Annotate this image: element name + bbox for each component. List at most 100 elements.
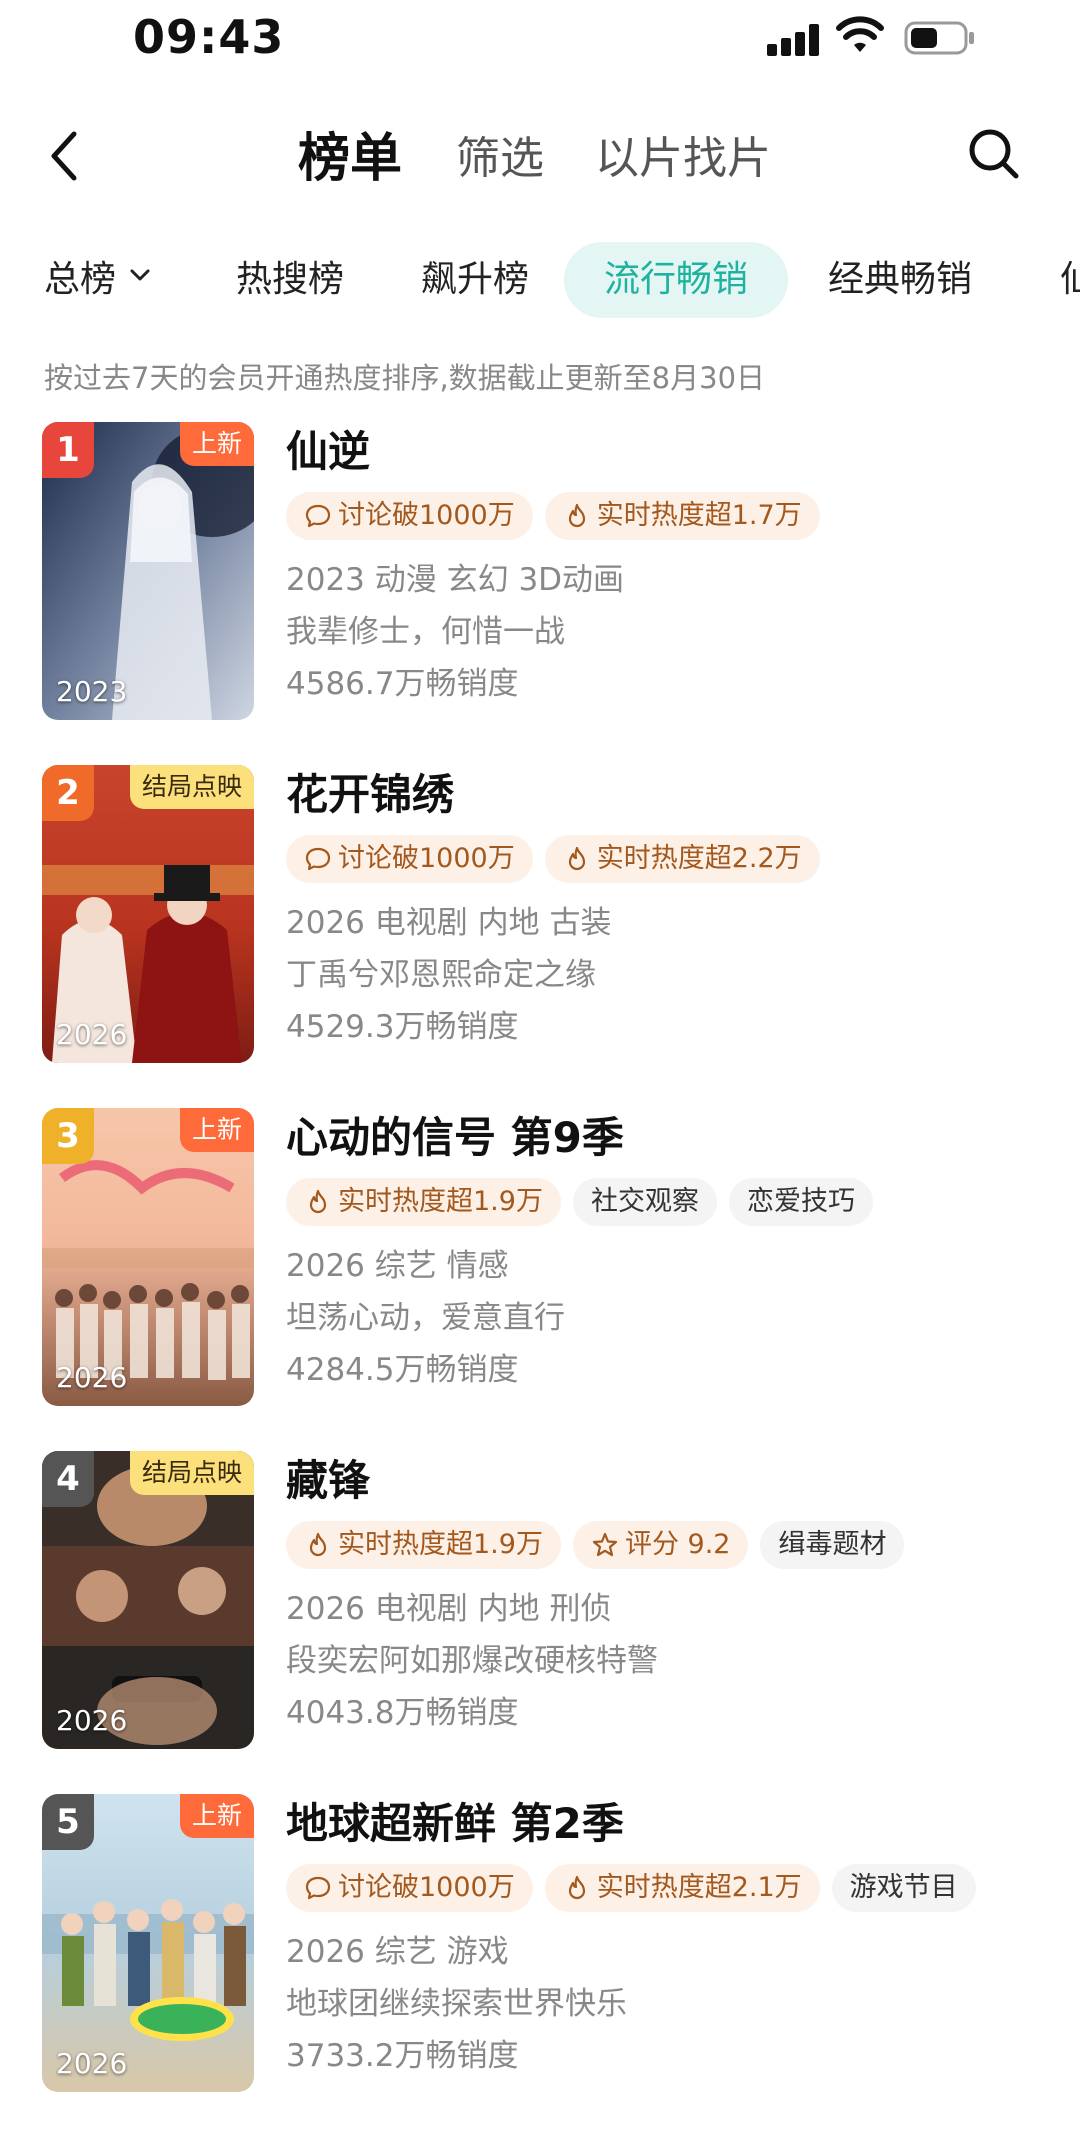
star-icon xyxy=(592,1532,618,1557)
category-tabs: 总榜 热搜榜 飙升榜 流行畅销 经典畅销 仙 xyxy=(0,242,1080,322)
item-title[interactable]: 心动的信号 第9季 xyxy=(286,1108,1066,1168)
flame-icon xyxy=(568,846,585,871)
flame-icon xyxy=(568,503,585,528)
tag-text: 讨论破1000万 xyxy=(338,1872,515,1903)
tag: 游戏节目 xyxy=(831,1864,976,1912)
status-badge: 结局点映 xyxy=(129,765,254,809)
item-info: 仙逆 讨论破1000万 实时热度超1.7万 2023 动漫 玄幻 3D动画 我辈… xyxy=(286,422,1066,710)
header: 榜单 筛选 以片找片 xyxy=(0,100,1080,210)
tag: 实时热度超2.2万 xyxy=(544,835,820,883)
tag: 恋爱技巧 xyxy=(728,1178,873,1226)
item-meta: 2026 综艺 情感 xyxy=(286,1248,509,1284)
list-item[interactable]: 4 结局点映 2026 藏锋 实时热度超1.9万 评分 9.2 缉毒题材 202… xyxy=(0,1451,1080,1751)
item-title[interactable]: 藏锋 xyxy=(286,1451,1066,1511)
tag-text: 实时热度超2.1万 xyxy=(596,1872,802,1903)
tag-text: 评分 9.2 xyxy=(624,1529,731,1560)
tag: 实时热度超1.9万 xyxy=(286,1521,561,1569)
tag-text: 实时热度超1.9万 xyxy=(338,1186,543,1217)
item-info: 心动的信号 第9季 实时热度超1.9万 社交观察 恋爱技巧 2026 综艺 情感… xyxy=(286,1108,1066,1396)
chat-bubble-icon xyxy=(305,847,331,871)
item-info: 藏锋 实时热度超1.9万 评分 9.2 缉毒题材 2026 电视剧 内地 刑侦 … xyxy=(286,1451,1066,1739)
tag: 实时热度超1.9万 xyxy=(286,1178,561,1226)
item-title[interactable]: 花开锦绣 xyxy=(286,765,1066,825)
tag: 讨论破1000万 xyxy=(286,1864,533,1912)
item-meta: 2026 综艺 游戏 xyxy=(286,1934,509,1970)
tag-row: 讨论破1000万 实时热度超2.1万 游戏节目 xyxy=(286,1864,1066,1914)
poster[interactable]: 2 结局点映 2026 xyxy=(42,765,254,1063)
tag: 实时热度超1.7万 xyxy=(544,492,820,540)
battery-icon xyxy=(904,21,974,55)
item-sales: 4284.5万畅销度 xyxy=(286,1352,519,1388)
category-tab-label: 总榜 xyxy=(44,259,117,300)
rank-number: 5 xyxy=(42,1794,94,1850)
tag-text: 实时热度超1.9万 xyxy=(338,1529,543,1560)
category-tab-rising[interactable]: 飙升榜 xyxy=(421,242,529,318)
status-badge: 上新 xyxy=(179,422,254,466)
item-meta: 2026 电视剧 内地 刑侦 xyxy=(286,1591,612,1627)
tab-filter[interactable]: 筛选 xyxy=(456,122,544,186)
category-tab-classic-bestseller[interactable]: 经典畅销 xyxy=(828,242,972,318)
tag-text: 恋爱技巧 xyxy=(746,1186,855,1217)
status-badge: 上新 xyxy=(179,1794,254,1838)
list-item[interactable]: 5 上新 2026 地球超新鲜 第2季 讨论破1000万 实时热度超2.1万 游… xyxy=(0,1794,1080,2094)
category-tab-hot-search[interactable]: 热搜榜 xyxy=(236,242,344,318)
tag: 评分 9.2 xyxy=(572,1521,749,1569)
tag: 讨论破1000万 xyxy=(286,835,533,883)
tag-text: 社交观察 xyxy=(590,1186,699,1217)
category-tab-clipped[interactable]: 仙 xyxy=(1060,242,1080,318)
search-icon[interactable] xyxy=(966,126,1022,182)
status-time: 09:43 xyxy=(133,10,285,64)
tag-row: 讨论破1000万 实时热度超1.7万 xyxy=(286,492,1066,542)
tag: 社交观察 xyxy=(572,1178,717,1226)
status-bar: 09:43 xyxy=(0,0,1080,80)
tag-text: 游戏节目 xyxy=(849,1872,958,1903)
item-sales: 3733.2万畅销度 xyxy=(286,2038,519,2074)
status-badge: 结局点映 xyxy=(129,1451,254,1495)
tag: 缉毒题材 xyxy=(760,1521,905,1569)
item-description: 地球团继续探索世界快乐 xyxy=(286,1986,627,2022)
rank-number: 3 xyxy=(42,1108,94,1164)
item-title[interactable]: 地球超新鲜 第2季 xyxy=(286,1794,1066,1854)
poster-year: 2026 xyxy=(56,1704,128,1737)
item-meta: 2023 动漫 玄幻 3D动画 xyxy=(286,562,625,598)
item-description: 丁禹兮邓恩熙命定之缘 xyxy=(286,957,596,993)
rank-number: 1 xyxy=(42,422,94,478)
cellular-signal-icon xyxy=(767,22,821,56)
tag-text: 实时热度超1.7万 xyxy=(596,500,802,531)
tag-row: 实时热度超1.9万 评分 9.2 缉毒题材 xyxy=(286,1521,1066,1571)
wifi-icon xyxy=(836,16,884,52)
tag: 实时热度超2.1万 xyxy=(544,1864,820,1912)
flame-icon xyxy=(309,1532,327,1557)
flame-icon xyxy=(309,1189,327,1214)
item-info: 地球超新鲜 第2季 讨论破1000万 实时热度超2.1万 游戏节目 2026 综… xyxy=(286,1794,1066,2082)
item-sales: 4529.3万畅销度 xyxy=(286,1009,519,1045)
poster[interactable]: 3 上新 2026 xyxy=(42,1108,254,1406)
chat-bubble-icon xyxy=(305,1876,331,1900)
item-description: 坦荡心动，爱意直行 xyxy=(286,1300,565,1336)
tab-find-by-film[interactable]: 以片找片 xyxy=(595,122,771,186)
poster[interactable]: 1 上新 2023 xyxy=(42,422,254,720)
poster-year: 2026 xyxy=(56,1361,128,1394)
rank-number: 2 xyxy=(42,765,94,821)
poster[interactable]: 4 结局点映 2026 xyxy=(42,1451,254,1749)
chevron-down-icon xyxy=(130,269,150,281)
back-arrow-icon[interactable] xyxy=(44,128,84,184)
item-title[interactable]: 仙逆 xyxy=(286,422,1066,482)
poster-year: 2026 xyxy=(56,2047,128,2080)
ranking-description: 按过去7天的会员开通热度排序,数据截止更新至8月30日 xyxy=(44,361,766,395)
rank-number: 4 xyxy=(42,1451,94,1507)
tag-text: 讨论破1000万 xyxy=(338,843,515,874)
category-tab-popular-bestseller[interactable]: 流行畅销 xyxy=(564,242,789,318)
item-sales: 4586.7万畅销度 xyxy=(286,666,519,702)
tag-row: 讨论破1000万 实时热度超2.2万 xyxy=(286,835,1066,885)
poster[interactable]: 5 上新 2026 xyxy=(42,1794,254,2092)
tag-text: 缉毒题材 xyxy=(778,1529,887,1560)
list-item[interactable]: 3 上新 2026 心动的信号 第9季 实时热度超1.9万 社交观察 恋爱技巧 … xyxy=(0,1108,1080,1408)
item-description: 我辈修士，何惜一战 xyxy=(286,614,565,650)
list-item[interactable]: 1 上新 2023 仙逆 讨论破1000万 实时热度超1.7万 2023 动漫 … xyxy=(0,422,1080,722)
category-tab-overall[interactable]: 总榜 xyxy=(44,242,150,318)
tag: 讨论破1000万 xyxy=(286,492,533,540)
tag-row: 实时热度超1.9万 社交观察 恋爱技巧 xyxy=(286,1178,1066,1228)
tab-ranking[interactable]: 榜单 xyxy=(298,116,402,191)
list-item[interactable]: 2 结局点映 2026 花开锦绣 讨论破1000万 实时热度超2.2万 2026… xyxy=(0,765,1080,1065)
